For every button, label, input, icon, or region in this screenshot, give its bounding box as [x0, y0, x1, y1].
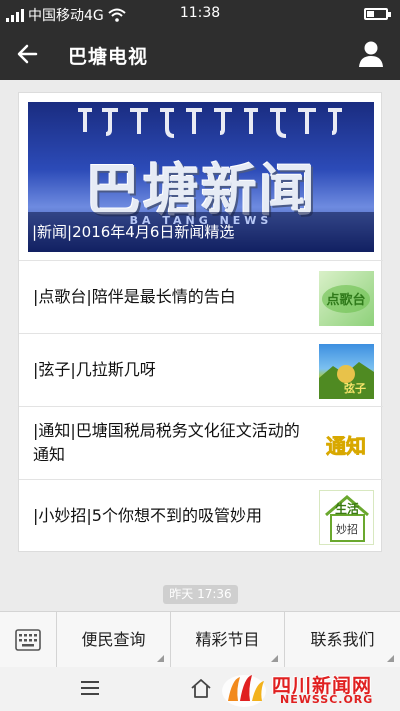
battery-level: [367, 11, 375, 17]
watermark-url: NEWSSC.ORG: [280, 693, 374, 706]
keyboard-icon: [15, 629, 41, 651]
title-bar: 巴塘电视: [0, 28, 400, 80]
list-item[interactable]: |小妙招|5个你想不到的吸管妙用 生活 妙招: [19, 479, 383, 552]
list-item-thumbnail: 通知: [319, 417, 374, 472]
list-item-thumbnail: 生活 妙招: [319, 490, 374, 545]
submenu-indicator-icon: [271, 655, 278, 662]
submenu-indicator-icon: [387, 655, 394, 662]
newssc-logo-icon: [222, 675, 266, 707]
submenu-indicator-icon: [157, 655, 164, 662]
thumb-text: 通知: [326, 434, 366, 458]
home-icon[interactable]: [190, 677, 212, 699]
list-item[interactable]: |通知|巴塘国税局税务文化征文活动的通知 通知: [19, 406, 383, 479]
status-time: 11:38: [179, 5, 221, 21]
menu-item-label: 便民查询: [81, 630, 146, 649]
list-item-title: |通知|巴塘国税局税务文化征文活动的通知: [33, 421, 300, 464]
list-item-title: |点歌台|陪伴是最长情的告白: [33, 287, 236, 306]
menu-item-label: 联系我们: [310, 630, 375, 649]
menu-item-convenience-query[interactable]: 便民查询: [57, 612, 171, 668]
person-icon[interactable]: [358, 40, 384, 68]
watermark: 四川新闻网 NEWSSC.ORG: [220, 669, 398, 709]
thumb-subtext: 妙招: [336, 522, 358, 536]
tibetan-script-decoration: [78, 108, 342, 138]
thumb-text: 生活: [335, 501, 359, 516]
menu-item-featured-programs[interactable]: 精彩节目: [171, 612, 285, 668]
battery-icon: [364, 8, 391, 20]
hero-caption: |新闻|2016年4月6日新闻精选: [32, 223, 235, 241]
article-card: 巴塘新闻 BA TANG NEWS |新闻|2016年4月6日新闻精选 |点歌台…: [18, 92, 383, 552]
thumb-text: 弦子: [344, 381, 366, 395]
keyboard-toggle-button[interactable]: [0, 612, 57, 668]
menu-icon[interactable]: [81, 680, 99, 696]
list-item-thumbnail: 点歌台: [319, 271, 374, 326]
menu-item-label: 精彩节目: [195, 630, 260, 649]
status-bar: 中国移动4G 11:38: [0, 0, 400, 28]
list-item[interactable]: |点歌台|陪伴是最长情的告白 点歌台: [19, 260, 383, 333]
hero-article[interactable]: 巴塘新闻 BA TANG NEWS |新闻|2016年4月6日新闻精选: [28, 102, 374, 252]
page-title: 巴塘电视: [68, 46, 149, 68]
thumb-text: 点歌台: [326, 292, 365, 308]
menu-item-contact-us[interactable]: 联系我们: [285, 612, 400, 668]
bottom-menu: 便民查询 精彩节目 联系我们: [0, 611, 400, 668]
system-nav-bar: 四川新闻网 NEWSSC.ORG: [0, 667, 400, 711]
list-item[interactable]: |弦子|几拉斯几呀 弦子: [19, 333, 383, 406]
message-timestamp: 昨天 17:36: [163, 585, 238, 604]
list-item-thumbnail: 弦子: [319, 344, 374, 399]
back-arrow-icon[interactable]: [14, 40, 42, 68]
list-item-title: |小妙招|5个你想不到的吸管妙用: [33, 506, 262, 525]
list-item-title: |弦子|几拉斯几呀: [33, 360, 156, 379]
